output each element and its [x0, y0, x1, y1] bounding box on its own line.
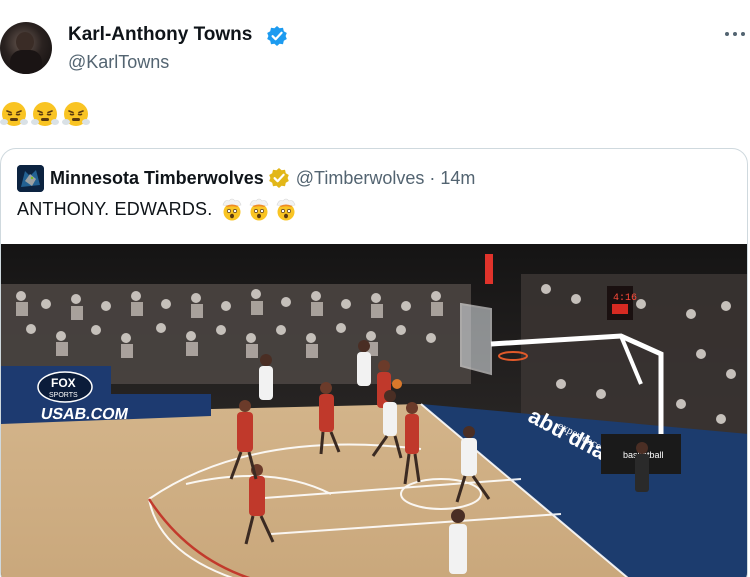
quoted-tweet-emojis	[220, 197, 298, 221]
verified-badge-icon	[267, 26, 287, 46]
quoted-tweet-header: Minnesota Timberwolves @Timberwolves · 1…	[17, 164, 475, 192]
quoted-author-name[interactable]: Minnesota Timberwolves	[50, 168, 264, 189]
basketball	[392, 379, 402, 389]
timberwolves-logo-icon[interactable]	[17, 164, 44, 192]
gold-verified-badge-icon	[268, 168, 289, 188]
tweet: Karl-Anthony Towns @KarlTowns Minnesota …	[0, 0, 750, 577]
separator-dot: ·	[429, 167, 436, 188]
quoted-timestamp[interactable]: 14m	[440, 168, 475, 189]
face-with-steam-icon	[31, 102, 59, 126]
author-handle[interactable]: @KarlTowns	[68, 52, 169, 73]
red-light	[485, 254, 493, 284]
quoted-tweet-text-row: ANTHONY. EDWARDS.	[17, 197, 298, 221]
more-options-icon[interactable]	[722, 24, 748, 44]
referee	[635, 442, 649, 492]
avatar-head	[16, 32, 34, 52]
quoted-tweet-card[interactable]: Minnesota Timberwolves @Timberwolves · 1…	[0, 148, 748, 577]
svg-text:FOX: FOX	[51, 376, 76, 390]
author-name[interactable]: Karl-Anthony Towns	[68, 24, 252, 46]
tweet-body-emojis	[0, 100, 90, 128]
avatar[interactable]	[0, 22, 52, 74]
exploding-head-icon	[250, 198, 269, 221]
quoted-tweet-text: ANTHONY. EDWARDS.	[17, 198, 213, 219]
avatar-body	[10, 50, 42, 74]
quoted-author-handle[interactable]: @Timberwolves	[296, 168, 425, 189]
shot-clock-text: 4:16	[613, 293, 637, 304]
face-with-steam-icon	[0, 102, 28, 126]
face-with-steam-icon	[62, 102, 90, 126]
game-video-media[interactable]: 4:16 FOX SPORTS USAB.COM abu dhabi exper…	[1, 244, 748, 577]
exploding-head-icon	[277, 198, 296, 221]
court-text-usab: USAB.COM	[39, 405, 129, 423]
fox-sports-logo: FOX SPORTS	[1, 366, 111, 406]
svg-text:SPORTS: SPORTS	[49, 392, 78, 399]
exploding-head-icon	[223, 198, 242, 221]
